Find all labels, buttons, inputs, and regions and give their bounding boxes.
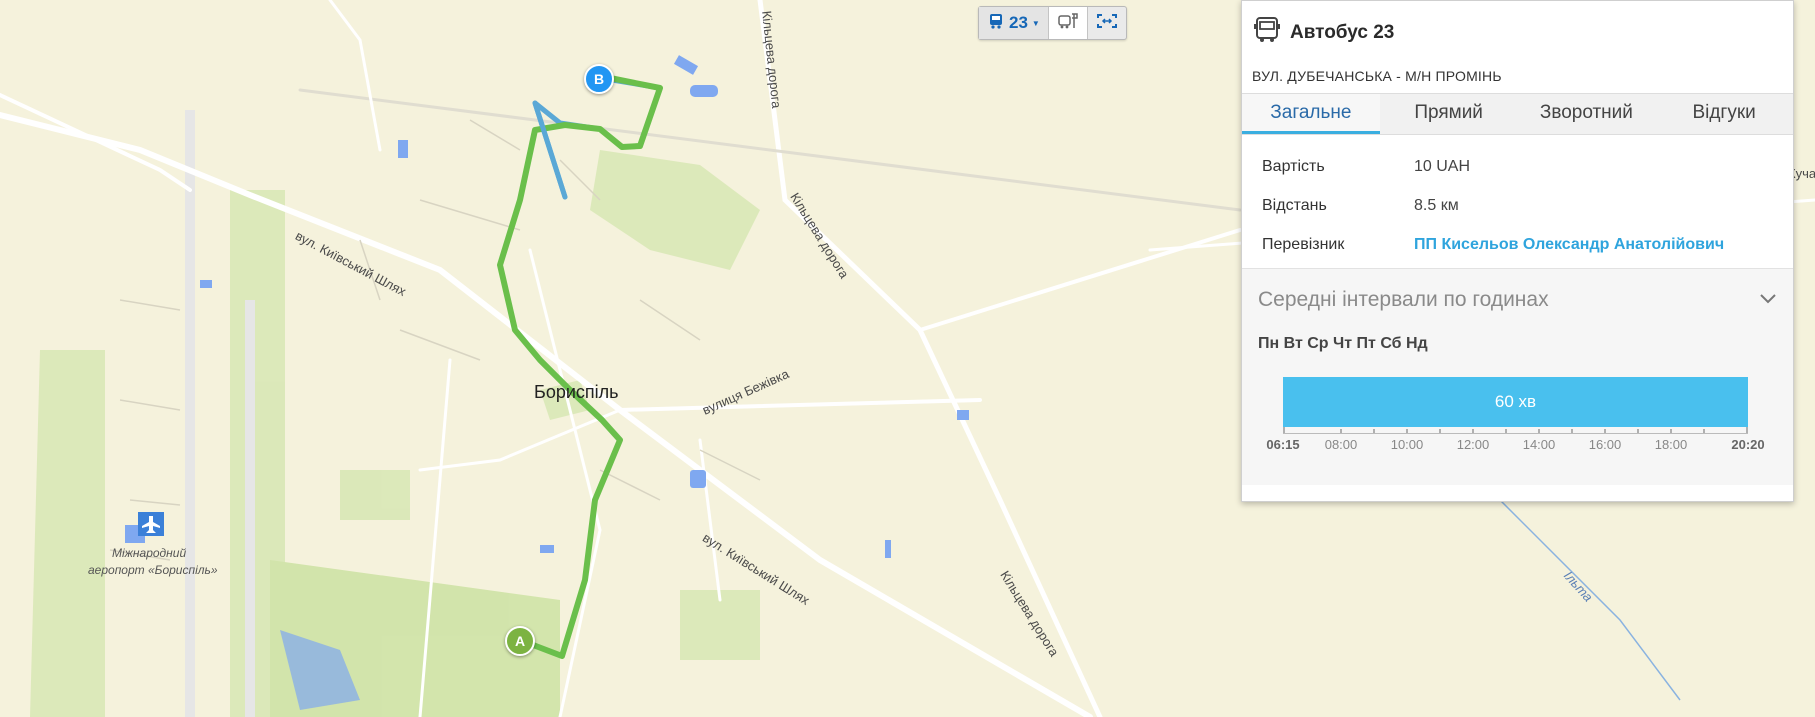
timeline-tick: 18:00 — [1654, 437, 1688, 452]
panel-title: Автобус 23 — [1290, 21, 1395, 43]
fit-bounds-button[interactable] — [1088, 7, 1126, 39]
bus-stops-button[interactable] — [1048, 7, 1088, 39]
bus-icon — [987, 12, 1005, 35]
tab-reviews[interactable]: Відгуки — [1655, 94, 1793, 134]
timeline-tick: 12:00 — [1456, 437, 1490, 452]
info-value: 10 UAH — [1414, 157, 1471, 175]
panel-tabs: Загальне Прямий Зворотний Відгуки — [1242, 93, 1793, 135]
intervals-title: Середні інтервали по годинах — [1258, 288, 1549, 311]
airport-icon — [138, 512, 164, 536]
timeline-tick: 14:00 — [1522, 437, 1556, 452]
airport-label-line1: Міжнародний — [112, 546, 187, 560]
bus-icon — [1252, 15, 1282, 50]
bus-stops-icon — [1057, 12, 1079, 35]
timeline-tick: 10:00 — [1390, 437, 1424, 452]
timeline-start: 06:15 — [1266, 437, 1300, 452]
info-row-price: Вартість 10 UAH — [1262, 147, 1773, 186]
info-row-distance: Відстань 8.5 км — [1262, 186, 1773, 225]
airport-label-line2: аеропорт «Бориспіль» — [88, 563, 218, 577]
map-toolbar: 23 ▼ — [978, 6, 1127, 40]
route-end-marker[interactable]: B — [584, 64, 614, 94]
route-number: 23 — [1009, 13, 1028, 32]
route-start-marker[interactable]: A — [505, 626, 535, 656]
panel-header: Автобус 23 ВУЛ. ДУБЕЧАНСЬКА - М/Н ПРОМІН… — [1242, 1, 1793, 93]
fit-bounds-icon — [1096, 13, 1118, 34]
interval-timeline: 60 хв 06:15 08:00 10:00 12:00 14:00 16:0… — [1258, 377, 1777, 457]
timeline-end: 20:20 — [1731, 437, 1765, 452]
info-label: Вартість — [1262, 157, 1325, 175]
chevron-down-icon: ▼ — [1031, 18, 1040, 28]
route-info-panel: Автобус 23 ВУЛ. ДУБЕЧАНСЬКА - М/Н ПРОМІН… — [1241, 0, 1794, 502]
timeline-ticks — [1283, 427, 1748, 433]
city-label: Бориспіль — [534, 382, 619, 402]
route-info: Вартість 10 UAH Відстань 8.5 км Перевізн… — [1242, 135, 1793, 268]
intervals-section: Середні інтервали по годинах Пн Вт Ср Чт… — [1242, 268, 1793, 485]
info-row-carrier: Перевізник ПП Кисельов Олександр Анатолі… — [1262, 225, 1773, 264]
tab-reverse[interactable]: Зворотний — [1518, 94, 1656, 134]
tab-general[interactable]: Загальне — [1242, 94, 1380, 134]
chevron-down-icon[interactable] — [1759, 291, 1777, 309]
carrier-link[interactable]: ПП Кисельов Олександр Анатолійович — [1414, 236, 1724, 254]
timeline-tick: 16:00 — [1588, 437, 1622, 452]
tab-forward[interactable]: Прямий — [1380, 94, 1518, 134]
info-label: Перевізник — [1262, 235, 1345, 253]
info-value: 8.5 км — [1414, 196, 1459, 214]
days-of-week: Пн Вт Ср Чт Пт Сб Нд — [1258, 335, 1428, 352]
route-select-button[interactable]: 23 ▼ — [979, 7, 1049, 39]
info-label: Відстань — [1262, 196, 1327, 214]
timeline-tick: 08:00 — [1324, 437, 1358, 452]
route-direction: ВУЛ. ДУБЕЧАНСЬКА - М/Н ПРОМІНЬ — [1252, 68, 1502, 84]
intervals-header[interactable]: Середні інтервали по годинах — [1258, 269, 1777, 331]
interval-bar[interactable]: 60 хв — [1283, 377, 1748, 427]
